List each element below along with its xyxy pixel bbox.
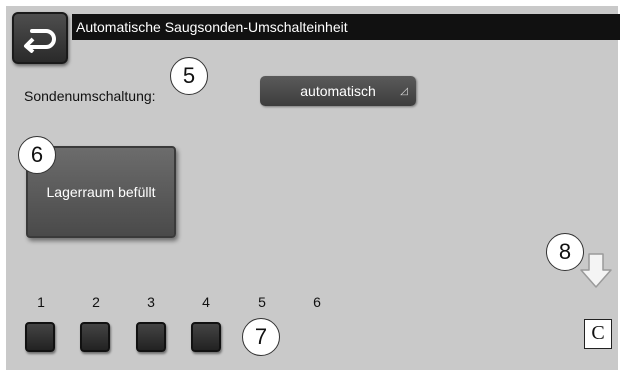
scroll-down-arrow-icon[interactable] xyxy=(578,252,614,290)
probe-number-2: 2 xyxy=(92,294,100,310)
back-button[interactable] xyxy=(12,12,68,64)
page-title: Automatische Saugsonden-Umschalteinheit xyxy=(72,14,620,40)
switching-mode-select[interactable]: automatisch ◿ xyxy=(260,76,416,106)
callout-badge-7: 7 xyxy=(242,318,280,356)
probe-toggle-1[interactable] xyxy=(25,322,55,352)
probe-toggle-2[interactable] xyxy=(80,322,110,352)
probe-number-4: 4 xyxy=(202,294,210,310)
switching-label: Sondenumschaltung: xyxy=(24,88,156,104)
reset-c-button[interactable]: C xyxy=(584,319,612,349)
callout-badge-6: 6 xyxy=(18,136,56,174)
return-arrow-icon xyxy=(24,29,56,53)
callout-badge-5: 5 xyxy=(170,57,208,95)
probe-number-3: 3 xyxy=(147,294,155,310)
probe-number-6: 6 xyxy=(313,294,321,310)
storage-filled-label: Lagerraum befüllt xyxy=(46,184,156,200)
probe-toggle-3[interactable] xyxy=(136,322,166,352)
dropdown-caret-icon: ◿ xyxy=(400,86,408,97)
switching-mode-value: automatisch xyxy=(300,83,376,99)
probe-number-5: 5 xyxy=(258,294,266,310)
probe-toggle-4[interactable] xyxy=(191,322,221,352)
probe-number-1: 1 xyxy=(37,294,45,310)
